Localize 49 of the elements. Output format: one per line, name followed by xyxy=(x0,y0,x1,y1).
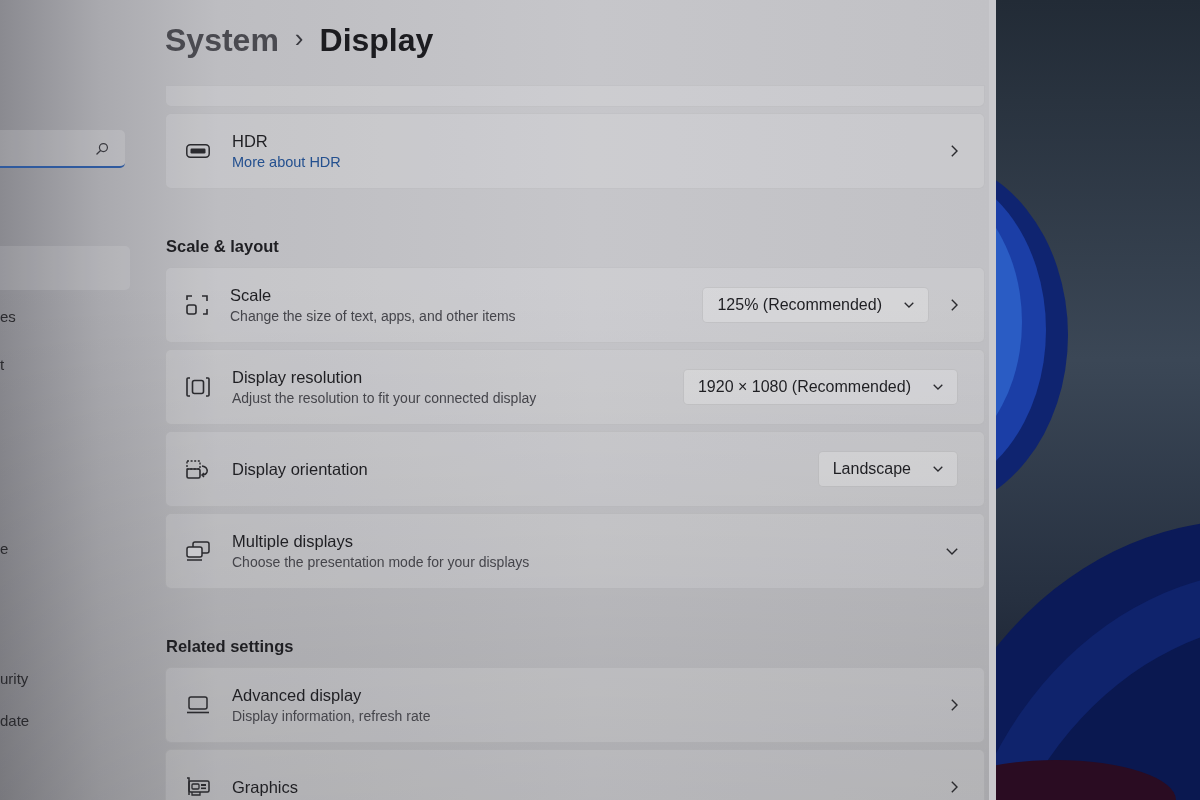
setting-card[interactable]: Scale Change the size of text, apps, and other items 125% (Recommended) xyxy=(165,267,985,343)
nav-item[interactable]: es xyxy=(0,294,130,338)
setting-card[interactable]: HDR More about HDR xyxy=(165,113,985,189)
frame-icon xyxy=(186,377,210,397)
info-link[interactable]: More about HDR xyxy=(232,154,929,170)
chevron-down-icon[interactable] xyxy=(946,547,958,555)
setting-title: Multiple displays xyxy=(232,532,355,551)
setting-card[interactable]: Multiple displays Choose the presentation mode for your displays xyxy=(165,513,985,589)
chevron-down-icon xyxy=(933,384,943,390)
chevron-right-icon[interactable] xyxy=(951,145,958,157)
setting-title: Advanced display xyxy=(232,686,363,705)
search-icon xyxy=(96,142,109,155)
setting-card[interactable]: Display resolution Adjust the resolution to fit your connected display 1920 × 1080 (Recommended) xyxy=(165,349,985,425)
dropdown[interactable]: Landscape xyxy=(817,451,958,487)
setting-title: Graphics xyxy=(232,777,300,797)
nav-item[interactable]: urity xyxy=(0,656,130,700)
setting-description: Choose the presentation mode for your displays xyxy=(232,554,531,570)
chevron-down-icon xyxy=(904,302,914,308)
setting-title: Display orientation xyxy=(232,459,369,479)
dropdown[interactable]: 125% (Recommended) xyxy=(702,287,929,323)
setting-title: HDR xyxy=(232,132,269,151)
setting-card[interactable]: Advanced display Display information, refresh rate xyxy=(165,667,985,743)
setting-card[interactable]: Graphics xyxy=(165,749,985,800)
nav-item[interactable]: date xyxy=(0,698,130,742)
setting-title: Scale xyxy=(230,286,273,305)
dropdown[interactable]: 1920 × 1080 (Recommended) xyxy=(682,369,958,405)
chevron-right-icon[interactable] xyxy=(951,781,958,793)
chevron-down-icon xyxy=(933,466,943,472)
rotate-icon xyxy=(186,459,210,479)
setting-title: Display resolution xyxy=(232,368,364,387)
page-title: Display xyxy=(319,21,434,59)
setting-description: Adjust the resolution to fit your connected display xyxy=(232,390,538,406)
search-field[interactable] xyxy=(0,130,125,168)
setting-description: Display information, refresh rate xyxy=(232,708,432,724)
monitors-icon xyxy=(186,541,210,561)
badge-icon xyxy=(186,144,210,158)
setting-card[interactable]: Display orientation Landscape xyxy=(165,431,985,507)
chevron-right-icon[interactable] xyxy=(951,699,958,711)
laptop-icon xyxy=(186,696,210,714)
breadcrumb-separator: › xyxy=(294,22,304,55)
graphics-card-icon xyxy=(186,777,210,797)
setting-description: Change the size of text, apps, and other items xyxy=(230,308,517,324)
breadcrumb-link[interactable]: System xyxy=(165,21,279,59)
nav-item[interactable]: e xyxy=(0,526,130,570)
nav-item[interactable]: t xyxy=(0,342,130,386)
section-heading: Scale & layout xyxy=(166,236,279,257)
chevron-right-icon[interactable] xyxy=(951,299,958,311)
section-heading: Related settings xyxy=(166,636,294,657)
resize-icon xyxy=(186,294,208,316)
